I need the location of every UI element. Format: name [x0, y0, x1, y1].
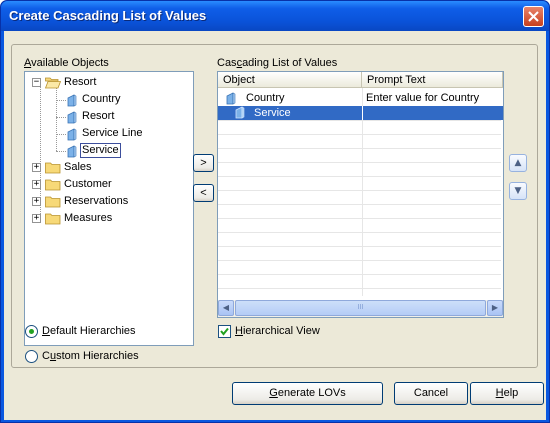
row-prompt-cell[interactable]: Enter value for Country — [366, 91, 479, 105]
available-objects-label: Available Objects — [24, 57, 109, 69]
row-divider — [218, 218, 501, 219]
close-icon — [528, 11, 539, 22]
remove-button[interactable]: < — [193, 184, 214, 202]
scroll-right-button[interactable]: ▶ — [487, 300, 503, 316]
horizontal-scrollbar[interactable]: ◀ III ▶ — [218, 300, 503, 317]
tree-node-label: Service — [80, 143, 121, 158]
move-up-button[interactable]: ▲ — [509, 154, 527, 172]
column-header-prompt-text[interactable]: Prompt Text — [362, 72, 503, 88]
tree-node-label: Resort — [64, 76, 97, 88]
tree-node-label: Measures — [64, 212, 113, 224]
expand-icon[interactable]: + — [32, 163, 41, 172]
folder-icon — [45, 162, 61, 174]
row-object-cell: Service — [254, 107, 291, 119]
tree-node-sales-folder[interactable]: + Sales — [25, 160, 193, 176]
checkmark-icon — [220, 327, 229, 336]
open-folder-icon — [45, 77, 61, 89]
row-divider — [218, 246, 501, 247]
custom-hierarchies-radio[interactable] — [25, 350, 38, 363]
tree-node-label: Reservations — [64, 195, 129, 207]
tree-node-label: Resort — [82, 110, 115, 122]
tree-node-label: Country — [82, 93, 121, 105]
folder-icon — [45, 179, 61, 191]
row-divider — [218, 274, 501, 275]
cell-divider — [362, 106, 363, 120]
dialog-window: Create Cascading List of Values Availabl… — [0, 0, 550, 423]
hierarchical-view-checkbox[interactable] — [218, 325, 231, 338]
close-button[interactable] — [523, 6, 544, 27]
row-divider — [218, 232, 501, 233]
folder-icon — [45, 213, 61, 225]
tree-node-service-line[interactable]: Service Line — [25, 126, 193, 142]
row-divider — [218, 204, 501, 205]
dimension-icon — [67, 94, 77, 107]
column-header-object[interactable]: Object — [218, 72, 362, 88]
table-row-selected[interactable]: Service — [218, 106, 503, 120]
row-divider — [218, 120, 501, 121]
dialog-body: Available Objects − Resort Country Resor… — [4, 31, 546, 420]
row-divider — [218, 148, 501, 149]
tree-node-reservations-folder[interactable]: + Reservations — [25, 194, 193, 210]
tree-node-label: Sales — [64, 161, 92, 173]
tree-node-label: Customer — [64, 178, 112, 190]
row-object-cell: Country — [246, 92, 285, 104]
cancel-button[interactable]: Cancel — [394, 382, 468, 405]
row-divider — [218, 134, 501, 135]
cascading-list-label: Cascading List of Values — [217, 57, 338, 69]
default-hierarchies-label[interactable]: Default Hierarchies — [42, 325, 136, 337]
custom-hierarchies-label[interactable]: Custom Hierarchies — [42, 350, 139, 362]
radio-selected-dot — [29, 329, 34, 334]
default-hierarchies-radio[interactable] — [25, 325, 38, 338]
folder-icon — [45, 196, 61, 208]
help-button[interactable]: Help — [470, 382, 544, 405]
expand-icon[interactable]: + — [32, 180, 41, 189]
hierarchical-view-label[interactable]: Hierarchical View — [235, 325, 320, 337]
scroll-left-button[interactable]: ◀ — [218, 300, 234, 316]
add-button[interactable]: > — [193, 154, 214, 172]
tree-node-customer-folder[interactable]: + Customer — [25, 177, 193, 193]
cascading-list-grid[interactable]: Object Prompt Text Country Enter value f… — [217, 71, 504, 318]
expand-icon[interactable]: + — [32, 197, 41, 206]
available-objects-tree[interactable]: − Resort Country Resort Service Line Ser… — [24, 71, 194, 346]
row-divider — [218, 288, 501, 289]
dimension-icon — [67, 111, 77, 124]
dimension-icon — [235, 106, 245, 119]
dimension-icon — [226, 92, 236, 105]
tree-node-measures-folder[interactable]: + Measures — [25, 211, 193, 227]
collapse-icon[interactable]: − — [32, 78, 41, 87]
expand-icon[interactable]: + — [32, 214, 41, 223]
row-divider — [218, 162, 501, 163]
dimension-icon — [67, 128, 77, 141]
tree-node-country[interactable]: Country — [25, 92, 193, 108]
generate-lovs-button[interactable]: Generate LOVs — [232, 382, 383, 405]
tree-node-label: Service Line — [82, 127, 143, 139]
dimension-icon — [67, 145, 77, 158]
table-row[interactable]: Country Enter value for Country — [218, 91, 503, 105]
row-divider — [218, 176, 501, 177]
tree-node-resort-folder[interactable]: − Resort — [25, 75, 193, 91]
row-divider — [218, 260, 501, 261]
tree-node-service[interactable]: Service — [25, 143, 193, 159]
move-down-button[interactable]: ▼ — [509, 182, 527, 200]
scroll-thumb[interactable]: III — [235, 300, 486, 316]
dialog-title: Create Cascading List of Values — [9, 8, 207, 23]
row-divider — [218, 190, 501, 191]
tree-node-resort[interactable]: Resort — [25, 109, 193, 125]
title-bar[interactable]: Create Cascading List of Values — [1, 1, 549, 31]
